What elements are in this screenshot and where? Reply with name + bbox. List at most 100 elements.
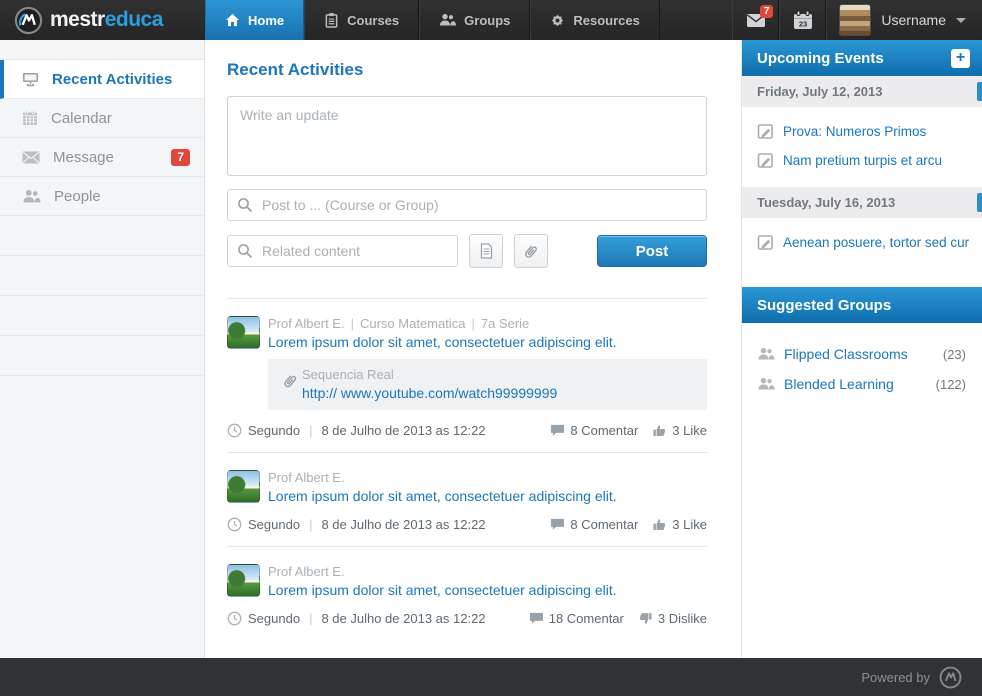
page-title: Recent Activities bbox=[227, 60, 364, 79]
group-people-icon bbox=[757, 347, 775, 361]
comment-icon bbox=[529, 612, 544, 625]
paperclip-icon bbox=[521, 241, 541, 262]
event-pencil-icon bbox=[757, 123, 774, 140]
tab-home[interactable]: Home bbox=[205, 0, 305, 40]
main-content: Recent Activities Write an update Post t… bbox=[205, 40, 742, 658]
post-to-input[interactable] bbox=[227, 189, 707, 221]
serie-name: 7a Serie bbox=[480, 316, 530, 331]
author-avatar[interactable] bbox=[227, 316, 260, 349]
paperclip-icon bbox=[272, 371, 300, 402]
comments-link[interactable]: 8 Comentar bbox=[550, 423, 638, 438]
time-ago: Segundo bbox=[248, 423, 301, 438]
attach-link-button[interactable] bbox=[514, 234, 548, 268]
post-button[interactable]: Post bbox=[597, 235, 707, 267]
add-event-edge-button[interactable] bbox=[977, 82, 982, 101]
activities-monitor-icon bbox=[22, 71, 39, 87]
user-menu[interactable]: Username bbox=[826, 0, 982, 40]
content-layout: Recent Activities Calendar Message 7 Peo… bbox=[0, 40, 982, 658]
user-avatar bbox=[839, 4, 872, 36]
feed-footer: Segundo | 8 de Julho de 2013 as 12:22 18… bbox=[227, 611, 707, 626]
add-event-edge-button[interactable] bbox=[977, 193, 982, 212]
clock-icon bbox=[227, 423, 242, 438]
group-item[interactable]: Flipped Classrooms (23) bbox=[742, 339, 982, 369]
like-link[interactable]: 3 Like bbox=[652, 517, 707, 532]
author-avatar[interactable] bbox=[227, 470, 260, 503]
feed-item: Prof Albert E. | Curso Matematica | 7a Serie… bbox=[227, 298, 707, 452]
group-people-icon bbox=[757, 377, 775, 391]
sidebar-empty-row bbox=[0, 296, 204, 336]
composer-actions-row: Post bbox=[227, 234, 707, 268]
attachment-box: Sequencia Real http:// www.youtube.com/w… bbox=[268, 359, 707, 410]
add-event-button[interactable]: + bbox=[951, 48, 970, 68]
event-list: Prova: Numeros Primos Nam pretium turpis… bbox=[742, 107, 982, 187]
post-title-link[interactable]: Lorem ipsum dolor sit amet, consectetuer… bbox=[268, 488, 617, 504]
sidebar-item-calendar[interactable]: Calendar bbox=[0, 99, 204, 138]
sidebar-item-message[interactable]: Message 7 bbox=[0, 138, 204, 177]
left-sidebar: Recent Activities Calendar Message 7 Peo… bbox=[0, 40, 205, 658]
author-name: Prof Albert E. bbox=[268, 316, 345, 331]
search-icon bbox=[237, 243, 253, 264]
panel-title: Suggested Groups bbox=[757, 296, 892, 314]
comments-link[interactable]: 8 Comentar bbox=[550, 517, 638, 532]
feed-footer: Segundo | 8 de Julho de 2013 as 12:22 8 … bbox=[227, 423, 707, 438]
sidebar-item-label: Recent Activities bbox=[52, 70, 173, 88]
clock-icon bbox=[227, 611, 242, 626]
nav-right-cluster: 7 23 Username bbox=[732, 0, 982, 40]
update-textarea[interactable] bbox=[227, 96, 707, 176]
tab-label: Home bbox=[248, 12, 285, 28]
tab-resources[interactable]: Resources bbox=[530, 0, 660, 40]
like-link[interactable]: 3 Like bbox=[652, 423, 707, 438]
post-title-link[interactable]: Lorem ipsum dolor sit amet, consectetuer… bbox=[268, 582, 617, 598]
dislike-link[interactable]: 3 Dislike bbox=[638, 611, 707, 626]
sidebar-spacer bbox=[0, 40, 204, 60]
brand-logo[interactable]: mestreduca bbox=[0, 0, 205, 40]
event-list: Aenean posuere, tortor sed cur bbox=[742, 218, 982, 269]
comment-icon bbox=[550, 518, 565, 531]
event-item[interactable]: Aenean posuere, tortor sed cur bbox=[742, 228, 982, 257]
related-content-wrap bbox=[227, 235, 458, 267]
sidebar-item-people[interactable]: People bbox=[0, 177, 204, 216]
message-count-badge: 7 bbox=[171, 148, 190, 166]
event-item[interactable]: Prova: Numeros Primos bbox=[742, 117, 982, 146]
event-date-row: Friday, July 12, 2013 bbox=[742, 76, 982, 107]
powered-by-label: Powered by bbox=[861, 669, 930, 685]
sidebar-empty-row bbox=[0, 336, 204, 376]
svg-text:23: 23 bbox=[799, 19, 807, 28]
group-member-count: (122) bbox=[935, 376, 966, 392]
feed-item: Prof Albert E. Lorem ipsum dolor sit ame… bbox=[227, 546, 707, 640]
comments-link[interactable]: 18 Comentar bbox=[529, 611, 624, 626]
attach-document-button[interactable] bbox=[469, 234, 503, 268]
related-content-input[interactable] bbox=[227, 235, 458, 267]
tab-courses[interactable]: Courses bbox=[304, 0, 420, 40]
post-title-link[interactable]: Lorem ipsum dolor sit amet, consectetuer… bbox=[268, 334, 617, 350]
tab-groups[interactable]: Groups bbox=[419, 0, 531, 40]
tab-label: Courses bbox=[347, 12, 400, 28]
post-date: 8 de Julho de 2013 as 12:22 bbox=[321, 611, 486, 626]
feed-footer: Segundo | 8 de Julho de 2013 as 12:22 8 … bbox=[227, 517, 707, 532]
author-avatar[interactable] bbox=[227, 564, 260, 597]
envelope-icon bbox=[22, 151, 40, 164]
brand-name: mestreduca bbox=[50, 8, 163, 31]
right-sidebar: Upcoming Events + Friday, July 12, 2013 … bbox=[742, 40, 982, 658]
upcoming-events-header: Upcoming Events + bbox=[742, 40, 982, 76]
tab-label: Groups bbox=[464, 12, 511, 28]
username-label: Username bbox=[881, 12, 946, 28]
group-item[interactable]: Blended Learning (122) bbox=[742, 369, 982, 399]
sidebar-empty-row bbox=[0, 216, 204, 256]
calendar-button[interactable]: 23 bbox=[779, 0, 827, 40]
m-logo-icon bbox=[14, 6, 43, 35]
message-count-badge: 7 bbox=[759, 5, 774, 18]
chevron-down-icon bbox=[956, 17, 966, 23]
tab-label: Resources bbox=[573, 12, 640, 28]
powered-by-logo-icon bbox=[939, 666, 962, 689]
nav-tabs: Home Courses Groups Resources bbox=[205, 0, 660, 40]
panel-gap bbox=[742, 269, 982, 287]
messages-button[interactable]: 7 bbox=[732, 0, 780, 40]
document-icon bbox=[480, 243, 493, 259]
search-icon bbox=[237, 197, 253, 218]
event-pencil-icon bbox=[757, 152, 774, 169]
event-item[interactable]: Nam pretium turpis et arcu bbox=[742, 146, 982, 175]
sidebar-item-recent-activities[interactable]: Recent Activities bbox=[0, 60, 204, 99]
attachment-url-link[interactable]: http:// www.youtube.com/watch99999999 bbox=[302, 385, 557, 401]
sidebar-item-label: Message bbox=[53, 148, 114, 166]
